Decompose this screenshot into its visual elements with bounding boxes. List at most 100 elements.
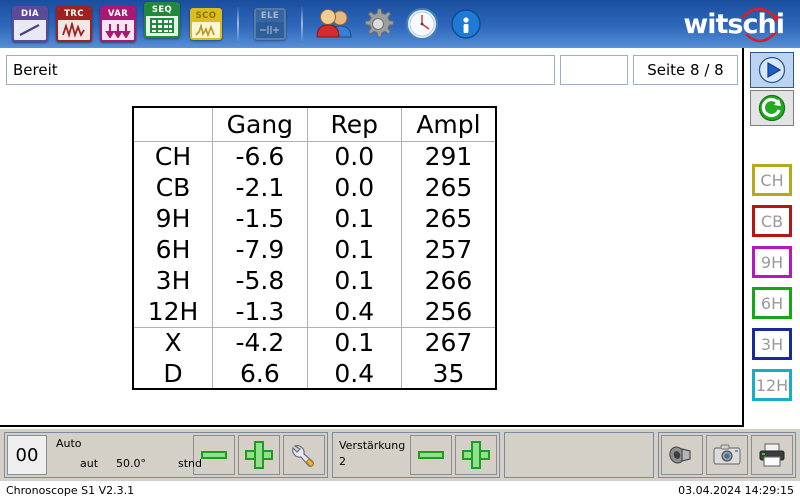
- toolbar-button-ele[interactable]: ELE: [248, 2, 292, 46]
- toolbar-button-trc[interactable]: TRC: [52, 2, 96, 46]
- table-row: 3H -5.8 0.1 266: [133, 265, 496, 296]
- seq-caption: SEQ: [146, 3, 178, 16]
- print-button[interactable]: [751, 435, 793, 475]
- ele-caption: ELE: [256, 10, 284, 22]
- status-row: Bereit Seite 8 / 8: [0, 48, 742, 92]
- bottom-toolbar: 00 Auto aut 50.0° stnd Verstärkung 2: [0, 429, 800, 481]
- plus-icon: [462, 441, 490, 469]
- gain-info: Verstärkung 2: [335, 435, 407, 475]
- dia-caption: DIA: [14, 8, 46, 20]
- position-button-12h[interactable]: 12H: [752, 369, 792, 401]
- play-button[interactable]: [750, 52, 794, 88]
- gain-value: 2: [339, 455, 346, 468]
- cell-rep: 0.4: [306, 296, 402, 327]
- position-label: 9H: [760, 252, 784, 272]
- table-head: Gang Rep Ampl: [133, 107, 496, 141]
- page-indicator: Seite 8 / 8: [633, 55, 738, 85]
- row-label: 3H: [155, 266, 191, 295]
- plus-icon: [245, 441, 273, 469]
- wrench-icon: [290, 442, 318, 468]
- cell-rep: 0.4: [306, 358, 402, 389]
- table-row: X -4.2 0.1 267: [133, 326, 496, 358]
- cell-ampl: 35: [400, 358, 496, 389]
- cell-ampl: 265: [400, 203, 496, 234]
- position-button-3h[interactable]: 3H: [752, 328, 792, 360]
- table-row: CB -2.1 0.0 265: [133, 172, 496, 203]
- cell-rep: 0.0: [306, 172, 402, 203]
- info-icon: [450, 8, 482, 40]
- empty-panel: [504, 432, 654, 478]
- position-button-9h[interactable]: 9H: [752, 246, 792, 278]
- position-label: 12H: [755, 375, 789, 395]
- printer-icon: [758, 443, 786, 467]
- status-secondary-field[interactable]: [560, 55, 628, 85]
- status-message-field[interactable]: Bereit: [6, 55, 555, 85]
- cell-gang: -6.6: [212, 141, 308, 172]
- counter-value: 00: [15, 444, 39, 466]
- table-row: 9H -1.5 0.1 265: [133, 203, 496, 234]
- speaker-icon: [668, 443, 696, 467]
- mode-info[interactable]: Auto aut 50.0° stnd: [50, 435, 202, 475]
- gain-panel: Verstärkung 2: [332, 432, 500, 478]
- main-content: Gang Rep Ampl CH -6.6 0.0 291 CB -2.1 0.…: [0, 92, 742, 427]
- mode-aut: aut: [80, 457, 99, 470]
- row-label: 12H: [147, 296, 199, 326]
- position-button-list: CH CB 9H 6H 3H 12H: [752, 164, 792, 401]
- position-button-6h[interactable]: 6H: [752, 287, 792, 319]
- position-button-ch[interactable]: CH: [752, 164, 792, 196]
- cell-rep: 0.1: [306, 203, 402, 234]
- footer-datetime: 03.04.2024 14:29:15: [678, 484, 794, 497]
- var-caption: VAR: [102, 8, 134, 20]
- toolbar-button-settings[interactable]: [356, 2, 400, 46]
- cell-rep: 0.0: [306, 141, 402, 172]
- play-icon: [758, 56, 786, 84]
- screenshot-button[interactable]: [706, 435, 748, 475]
- cell-gang: -1.3: [212, 296, 308, 327]
- measurement-mode-panel: 00 Auto aut 50.0° stnd: [4, 432, 328, 478]
- toolbar-separator-1: [237, 7, 239, 41]
- toolbar-button-info[interactable]: [444, 2, 488, 46]
- cell-rep: 0.1: [306, 326, 402, 358]
- cell-ampl: 266: [400, 265, 496, 296]
- minus-icon: [201, 451, 227, 459]
- header-blank: [133, 107, 213, 141]
- toolbar-separator-2: [301, 7, 303, 41]
- header-ampl: Ampl: [400, 107, 496, 141]
- refresh-icon: [758, 94, 786, 122]
- cell-gang: -7.9: [212, 234, 308, 265]
- gain-decrease-button[interactable]: [410, 435, 452, 475]
- row-label: D: [163, 358, 183, 388]
- cell-gang: -2.1: [212, 172, 308, 203]
- row-label: 6H: [155, 235, 191, 264]
- position-button-cb[interactable]: CB: [752, 205, 792, 237]
- cell-gang: -1.5: [212, 203, 308, 234]
- table-row: 6H -7.9 0.1 257: [133, 234, 496, 265]
- tools-button[interactable]: [283, 435, 325, 475]
- sco-caption: SCO: [192, 10, 220, 22]
- position-label: 3H: [760, 334, 784, 354]
- minus-icon: [418, 451, 444, 459]
- cell-ampl: 267: [400, 326, 496, 358]
- diagram-icon: DIA: [12, 6, 48, 42]
- cell-gang: -5.8: [212, 265, 308, 296]
- mode-title: Auto: [56, 437, 82, 450]
- speaker-button[interactable]: [661, 435, 703, 475]
- toolbar-button-users[interactable]: [312, 2, 356, 46]
- row-label: CH: [154, 142, 192, 172]
- toolbar-button-sco[interactable]: SCO: [184, 2, 228, 46]
- position-label: CH: [760, 170, 784, 190]
- position-label: 6H: [760, 293, 784, 313]
- toolbar-button-var[interactable]: VAR: [96, 2, 140, 46]
- toolbar-button-seq[interactable]: SEQ: [140, 0, 184, 42]
- output-actions-panel: [658, 432, 796, 478]
- toolbar-button-clock[interactable]: [400, 2, 444, 46]
- cell-rep: 0.1: [306, 234, 402, 265]
- header-rep: Rep: [306, 107, 402, 141]
- toolbar-button-dia[interactable]: DIA: [8, 2, 52, 46]
- gain-label: Verstärkung: [339, 439, 406, 452]
- gain-increase-button[interactable]: [455, 435, 497, 475]
- mode-increase-button[interactable]: [238, 435, 280, 475]
- counter-display[interactable]: 00: [7, 435, 47, 475]
- refresh-button[interactable]: [750, 90, 794, 126]
- page-indicator-text: Seite 8 / 8: [647, 61, 724, 79]
